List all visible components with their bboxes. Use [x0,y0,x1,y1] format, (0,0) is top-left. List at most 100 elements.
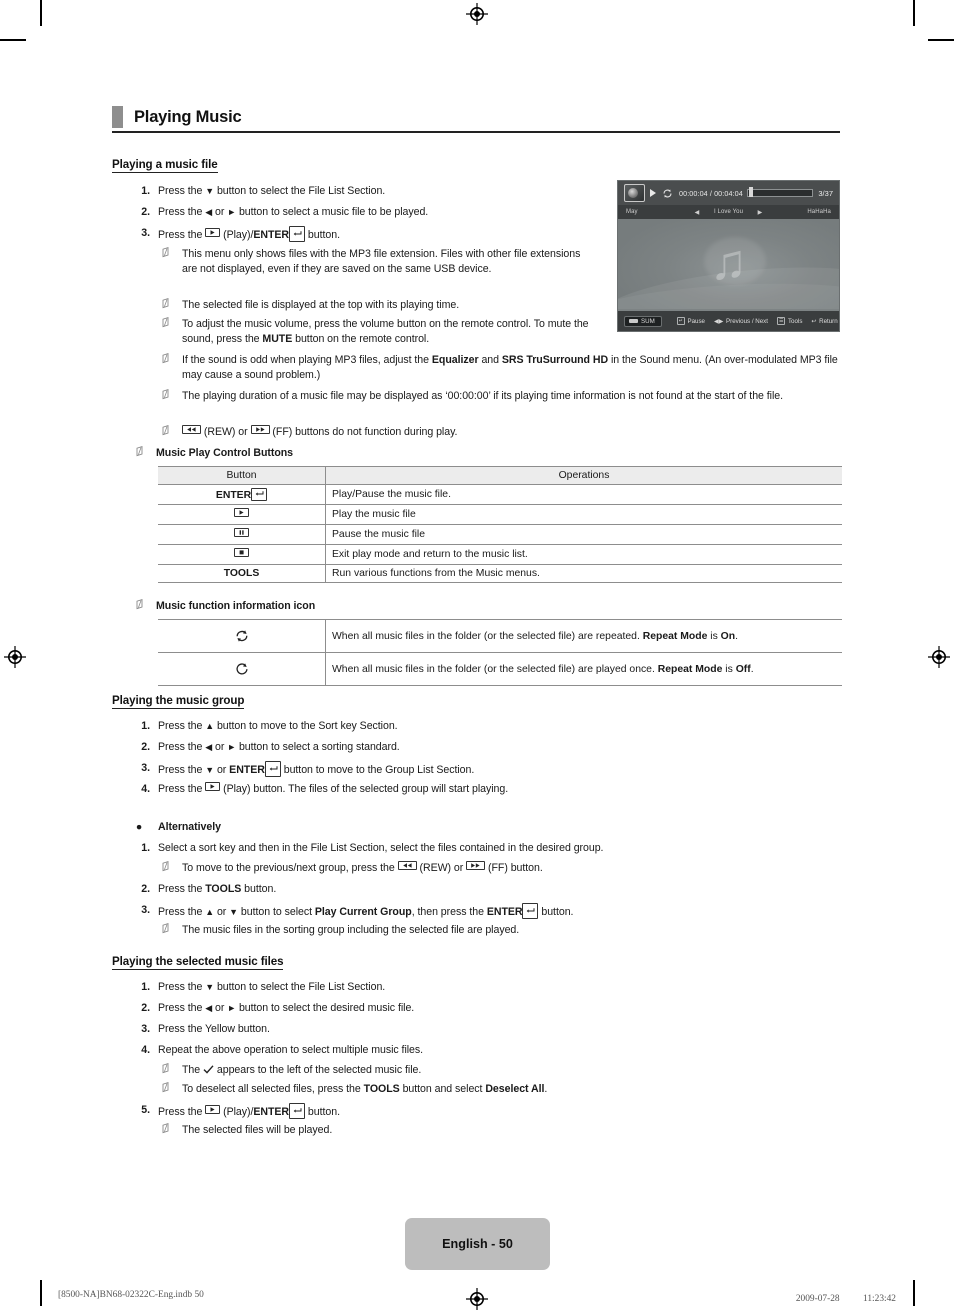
step-2-selected-files: 2. Press the ◀ or ► button to select the… [128,1001,598,1015]
cell-button-tools: TOOLS [158,564,326,583]
alternatively-heading-row: ● Alternatively [128,820,428,834]
registration-mark-bottom [466,1288,488,1310]
step-number: 3. [141,904,150,916]
control-buttons-title: Music Play Control Buttons [156,447,294,459]
music-function-info-table: When all music files in the folder (or t… [158,619,842,686]
note-pencil-icon [158,923,174,938]
step-text: Repeat the above operation to select mul… [158,1044,424,1056]
note-equalizer-srs: If the sound is odd when playing MP3 fil… [158,353,846,382]
step-text: Press the ◀ or ► button to select a sort… [158,741,400,753]
note-sorting-group-played: The music files in the sorting group inc… [158,923,698,938]
hint-return[interactable]: ↩ Return [811,318,837,325]
crop-mark-top-left-h [0,39,26,41]
step-number: 2. [141,883,150,895]
on-bold: On [720,630,736,642]
cell-operation: Play the music file [325,504,842,525]
tv-track-nav-bar: May ◀ I Love You ▶ HaHaHa [618,205,839,219]
heading-playing-selected-music-files: Playing the selected music files [112,955,284,970]
source-badge[interactable]: SUM [624,315,662,327]
step-text: Press the ▲ button to move to the Sort k… [158,720,398,732]
step-3-selected-files: 3. Press the Yellow button. [128,1022,528,1036]
music-play-control-table: Button Operations ENTER Play/Pause the m… [158,466,842,583]
cell-repeat-off-icon [158,652,326,686]
usb-icon [629,319,638,323]
hint-pause-label: Pause [687,317,705,325]
note-text: To adjust the music volume, press the vo… [182,318,589,345]
registration-mark-right [928,646,950,668]
step-text: Press the TOOLS button. [158,883,277,895]
return-key-icon: ↩ [811,317,817,325]
table-row: ENTER Play/Pause the music file. [158,484,842,505]
cell-button-stop [158,544,326,565]
note-volume-mute: To adjust the music volume, press the vo… [158,317,593,346]
step-text: Select a sort key and then in the File L… [158,842,604,854]
mute-bold: MUTE [262,332,293,345]
note-pencil-icon [158,1063,174,1078]
right-arrow-icon: ► [227,1002,237,1013]
note-pencil-icon [158,247,174,276]
previous-track-label: May [626,209,638,215]
cell-button-pause [158,524,326,545]
note-selected-file-top: The selected file is displayed at the to… [158,298,588,313]
playback-progress-bar[interactable] [746,187,814,197]
play-status-icon [650,189,656,197]
step-3-alternatively: 3. Press the ▲ or ▼ button to select Pla… [128,902,708,919]
note-text: (REW) or (FF) buttons do not function du… [182,424,658,440]
enter-key-icon: ↵ [676,317,685,325]
tv-player-topbar: 00:00:04 / 00:04:04 3/37 [618,181,839,205]
print-timestamp: 2009-07-28 11:23:42 [795,1294,896,1304]
step-2-music-group: 2. Press the ◀ or ► button to select a s… [128,740,598,754]
crop-mark-top-right-v [913,0,915,26]
table-header-row: Button Operations [158,466,842,485]
note-text: This menu only shows files with the MP3 … [182,248,581,275]
text-mid: is [722,663,736,675]
note-text: The playing duration of a music file may… [182,390,784,402]
note-text: To deselect all selected files, press th… [182,1083,548,1095]
left-arrow-icon[interactable]: ◀ [684,209,710,216]
cell-button-enter: ENTER [158,484,326,505]
hint-pause[interactable]: ↵ Pause [676,317,705,325]
table-row: TOOLS Run various functions from the Mus… [158,564,842,583]
crop-mark-bottom-right-v [913,1280,915,1306]
cell-operation: Pause the music file [325,524,842,545]
table-row: When all music files in the folder (or t… [158,619,842,653]
text-mid: is [707,630,721,642]
hint-tools-label: Tools [787,317,803,325]
cell-operation: Exit play mode and return to the music l… [325,544,842,565]
prev-next-icon: ◀▶ [714,317,724,325]
enter-label: ENTER [215,490,252,501]
enter-key-icon [289,1102,306,1119]
hint-tools[interactable]: ☰ Tools [776,317,803,325]
table-row: When all music files in the folder (or t… [158,652,842,686]
col-header-button: Button [158,466,326,485]
tv-music-player-screenshot: 00:00:04 / 00:04:04 3/37 May ◀ I Love Yo… [617,180,840,332]
step-number: 5. [141,1104,150,1116]
crop-mark-top-right-h [928,39,954,41]
enter-key-icon [289,225,306,242]
info-icon-title: Music function information icon [156,600,316,612]
note-text: The music files in the sorting group inc… [182,924,520,936]
text-post: . [735,630,738,642]
down-arrow-icon: ▼ [205,764,215,775]
enter-key-icon [251,487,268,501]
right-arrow-icon[interactable]: ▶ [747,209,773,216]
note-pencil-icon [158,317,174,346]
right-arrow-icon: ► [227,741,237,752]
pause-key-icon [234,527,249,537]
tv-player-artwork-area: ♫ [618,219,839,309]
step-text: Press the Yellow button. [158,1023,270,1035]
title-accent-bar [112,106,123,128]
up-arrow-icon: ▲ [205,720,215,731]
next-track-label: HaHaHa [807,209,831,215]
up-arrow-icon: ▲ [205,906,215,917]
fastforward-key-icon [466,860,486,870]
crop-mark-bottom-left-v [40,1280,42,1306]
hint-previous-next[interactable]: ◀▶ Previous / Next [714,318,768,325]
cell-repeat-off-text: When all music files in the folder (or t… [325,652,842,686]
enter-bold: ENTER [486,906,523,918]
left-arrow-icon: ◀ [205,1002,213,1013]
source-label: SUM [641,317,655,325]
col-header-operations: Operations [325,466,842,485]
progress-knob[interactable] [748,187,753,197]
page-number-badge: English - 50 [405,1218,550,1270]
